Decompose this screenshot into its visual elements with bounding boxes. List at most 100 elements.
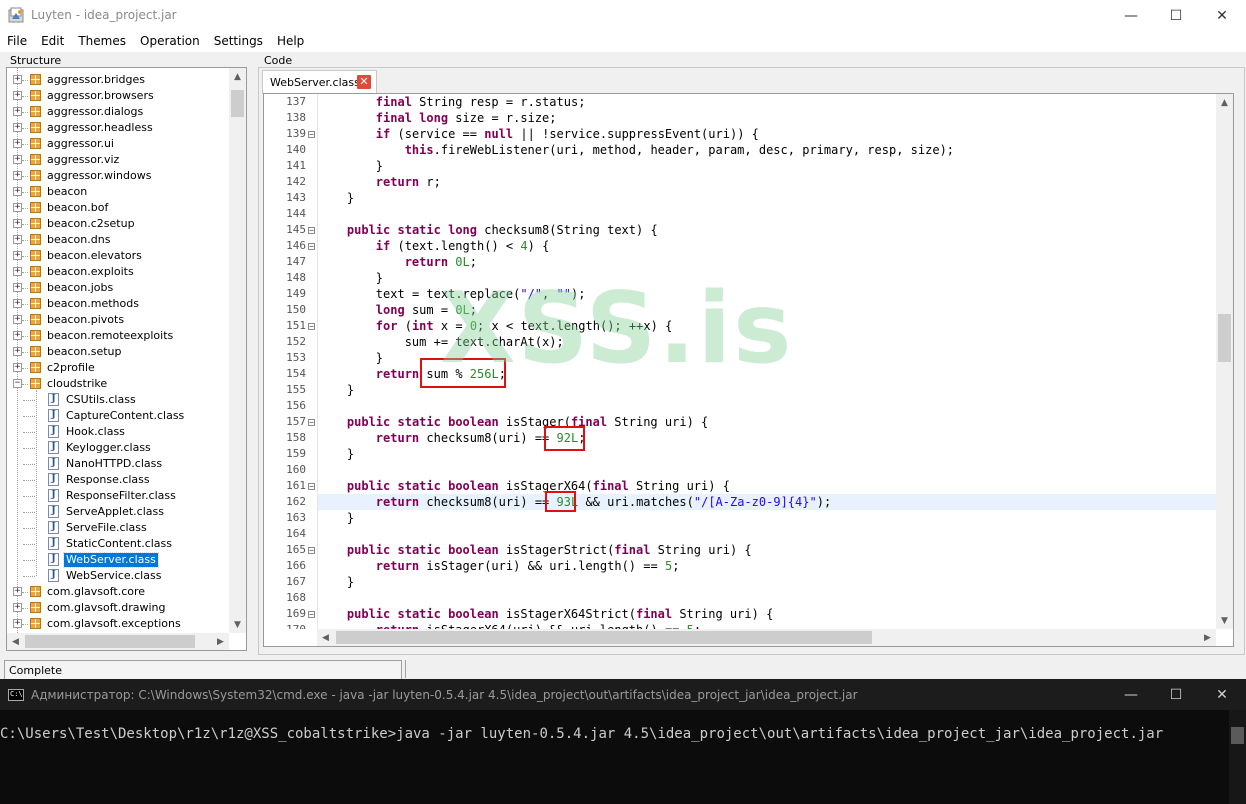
tree-package-item[interactable]: + beacon.setup: [7, 344, 229, 360]
tree-class-item[interactable]: J WebService.class: [7, 568, 229, 584]
scroll-up-arrow-icon[interactable]: ▲: [229, 68, 246, 85]
menu-help[interactable]: Help: [270, 32, 311, 52]
expand-icon[interactable]: +: [13, 347, 22, 356]
expand-icon[interactable]: +: [13, 235, 22, 244]
tree-package-item[interactable]: − cloudstrike: [7, 376, 229, 392]
editor-scroll-thumb[interactable]: [1218, 314, 1231, 362]
tree-package-item[interactable]: + beacon.remoteexploits: [7, 328, 229, 344]
expand-icon[interactable]: +: [13, 251, 22, 260]
scroll-up-arrow-icon[interactable]: ▲: [1216, 94, 1233, 111]
menu-file[interactable]: File: [0, 32, 34, 52]
fold-toggle-icon[interactable]: −: [308, 611, 315, 619]
scroll-left-arrow-icon[interactable]: ◀: [7, 633, 24, 650]
expand-icon[interactable]: +: [13, 283, 22, 292]
expand-icon[interactable]: +: [13, 331, 22, 340]
fold-toggle-icon[interactable]: −: [308, 483, 315, 491]
tree-package-item[interactable]: + beacon.pivots: [7, 312, 229, 328]
tree-class-item[interactable]: J ServeApplet.class: [7, 504, 229, 520]
menu-operation[interactable]: Operation: [133, 32, 207, 52]
expand-icon[interactable]: +: [13, 75, 22, 84]
tree-package-item[interactable]: + beacon.elevators: [7, 248, 229, 264]
expand-icon[interactable]: +: [13, 203, 22, 212]
editor-vertical-scrollbar[interactable]: ▲ ▼: [1216, 94, 1233, 629]
tree-class-item[interactable]: J WebServer.class: [7, 552, 229, 568]
expand-icon[interactable]: +: [13, 155, 22, 164]
expand-icon[interactable]: +: [13, 187, 22, 196]
tree-package-item[interactable]: + c2profile: [7, 360, 229, 376]
tree-package-item[interactable]: + aggressor.browsers: [7, 88, 229, 104]
fold-toggle-icon[interactable]: −: [308, 323, 315, 331]
tree-package-item[interactable]: + beacon.c2setup: [7, 216, 229, 232]
fold-toggle-icon[interactable]: −: [308, 227, 315, 235]
console-scrollbar[interactable]: [1229, 710, 1246, 804]
menu-settings[interactable]: Settings: [207, 32, 270, 52]
tree-class-item[interactable]: J StaticContent.class: [7, 536, 229, 552]
close-button[interactable]: ✕: [1199, 0, 1245, 31]
scroll-down-arrow-icon[interactable]: ▼: [1216, 612, 1233, 629]
tree-class-item[interactable]: J ServeFile.class: [7, 520, 229, 536]
scroll-left-arrow-icon[interactable]: ◀: [317, 629, 334, 646]
fold-toggle-icon[interactable]: −: [308, 243, 315, 251]
tree-package-item[interactable]: + beacon.jobs: [7, 280, 229, 296]
expand-icon[interactable]: +: [13, 587, 22, 596]
console-maximize-button[interactable]: ☐: [1153, 679, 1199, 710]
code-editor[interactable]: 137 138 139−140 141 142 143 144 145−146−147 148 1…: [263, 93, 1234, 647]
tree-package-item[interactable]: + aggressor.bridges: [7, 72, 229, 88]
console-minimize-button[interactable]: —: [1108, 679, 1154, 710]
fold-toggle-icon[interactable]: −: [308, 547, 315, 555]
tree-package-item[interactable]: + com.glavsoft.core: [7, 584, 229, 600]
tree-package-item[interactable]: + aggressor.ui: [7, 136, 229, 152]
expand-icon[interactable]: +: [13, 603, 22, 612]
tab-close-icon[interactable]: ✕: [357, 75, 371, 89]
expand-icon[interactable]: +: [13, 315, 22, 324]
expand-icon[interactable]: +: [13, 171, 22, 180]
tree-package-item[interactable]: + beacon.exploits: [7, 264, 229, 280]
fold-toggle-icon[interactable]: −: [308, 131, 315, 139]
minimize-button[interactable]: —: [1108, 0, 1154, 31]
tree-horizontal-scrollbar[interactable]: ◀ ▶: [7, 633, 229, 650]
expand-icon[interactable]: +: [13, 619, 22, 628]
scroll-right-arrow-icon[interactable]: ▶: [212, 633, 229, 650]
expand-icon[interactable]: +: [13, 299, 22, 308]
tree-class-item[interactable]: J CaptureContent.class: [7, 408, 229, 424]
console-close-button[interactable]: ✕: [1199, 679, 1245, 710]
expand-icon[interactable]: +: [13, 107, 22, 116]
tree-vertical-scrollbar[interactable]: ▲ ▼: [229, 68, 246, 633]
tab-webserver-class[interactable]: WebServer.class ✕: [262, 70, 377, 94]
tree-package-item[interactable]: + com.glavsoft.exceptions: [7, 616, 229, 632]
editor-hscroll-thumb[interactable]: [336, 631, 872, 644]
tree-package-item[interactable]: + com.glavsoft.drawing: [7, 600, 229, 616]
scroll-right-arrow-icon[interactable]: ▶: [1199, 629, 1216, 646]
expand-icon[interactable]: +: [13, 219, 22, 228]
tree-package-item[interactable]: + beacon.methods: [7, 296, 229, 312]
editor-horizontal-scrollbar[interactable]: ◀ ▶: [317, 629, 1216, 646]
tree-class-item[interactable]: J CSUtils.class: [7, 392, 229, 408]
maximize-button[interactable]: ☐: [1153, 0, 1199, 31]
tree-package-item[interactable]: + aggressor.viz: [7, 152, 229, 168]
tree-scroll-thumb[interactable]: [231, 90, 244, 117]
expand-icon[interactable]: +: [13, 139, 22, 148]
tree-class-item[interactable]: J ResponseFilter.class: [7, 488, 229, 504]
menu-themes[interactable]: Themes: [71, 32, 133, 52]
tree-hscroll-thumb[interactable]: [25, 635, 195, 648]
collapse-icon[interactable]: −: [13, 379, 22, 388]
tree-package-item[interactable]: + aggressor.headless: [7, 120, 229, 136]
console-scroll-thumb[interactable]: [1231, 727, 1244, 744]
tree-class-item[interactable]: J Response.class: [7, 472, 229, 488]
line-number: 152: [286, 335, 306, 348]
scroll-down-arrow-icon[interactable]: ▼: [229, 616, 246, 633]
expand-icon[interactable]: +: [13, 363, 22, 372]
fold-toggle-icon[interactable]: −: [308, 419, 315, 427]
tree-package-item[interactable]: + beacon.dns: [7, 232, 229, 248]
tree-class-item[interactable]: J Hook.class: [7, 424, 229, 440]
tree-package-item[interactable]: + aggressor.windows: [7, 168, 229, 184]
tree-package-item[interactable]: + beacon.bof: [7, 200, 229, 216]
tree-class-item[interactable]: J NanoHTTPD.class: [7, 456, 229, 472]
expand-icon[interactable]: +: [13, 91, 22, 100]
expand-icon[interactable]: +: [13, 123, 22, 132]
menu-edit[interactable]: Edit: [34, 32, 71, 52]
tree-package-item[interactable]: + beacon: [7, 184, 229, 200]
expand-icon[interactable]: +: [13, 267, 22, 276]
tree-package-item[interactable]: + aggressor.dialogs: [7, 104, 229, 120]
tree-class-item[interactable]: J Keylogger.class: [7, 440, 229, 456]
